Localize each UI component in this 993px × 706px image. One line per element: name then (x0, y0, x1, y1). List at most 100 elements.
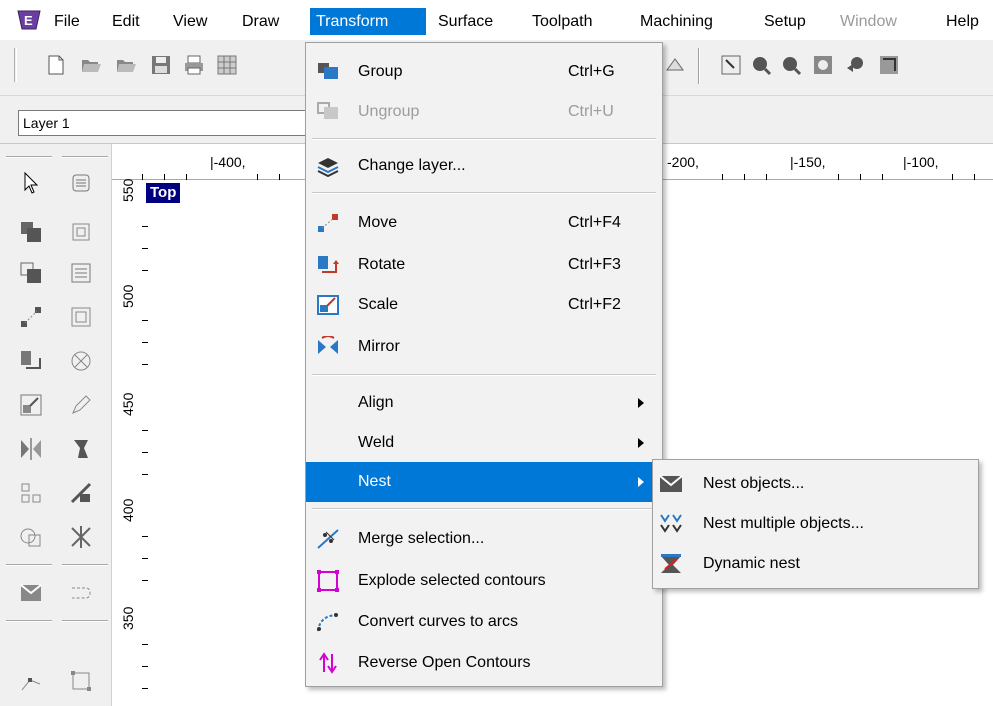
menu-shortcut: Ctrl+G (568, 63, 615, 80)
save-icon[interactable] (150, 54, 172, 76)
menu-shortcut: Ctrl+F3 (568, 256, 621, 273)
fit-grid-icon[interactable] (68, 219, 94, 245)
menu-machining[interactable]: Machining (634, 8, 719, 35)
scale-tool-icon[interactable] (18, 392, 44, 418)
view-triangle-icon[interactable] (664, 54, 686, 76)
ruler-tick (142, 248, 148, 249)
menu-item-scale[interactable]: Scale Ctrl+F2 (306, 285, 662, 325)
menu-draw[interactable]: Draw (236, 8, 285, 35)
menu-item-nest-multiple[interactable]: Nest multiple objects... (653, 505, 978, 543)
ruler-tick (860, 174, 861, 180)
menu-item-label: Rotate (358, 256, 406, 273)
menu-toolpath[interactable]: Toolpath (526, 8, 599, 35)
bounding-box-icon[interactable] (68, 668, 94, 694)
zoom-selection-icon[interactable] (878, 54, 900, 76)
app-logo-icon[interactable]: E (16, 9, 42, 31)
layer-select[interactable]: Layer 1 (18, 110, 308, 136)
menu-separator (312, 508, 656, 510)
group-tool-icon[interactable] (18, 219, 44, 245)
view-label: Top (146, 183, 181, 203)
merge-icon (317, 529, 339, 549)
menu-item-merge-selection[interactable]: Merge selection... (306, 519, 662, 559)
menu-item-rotate[interactable]: Rotate Ctrl+F3 (306, 245, 662, 285)
pencil-icon[interactable] (68, 392, 94, 418)
menu-item-group[interactable]: Group Ctrl+G (306, 52, 662, 92)
ruler-label: 450 (120, 392, 136, 416)
menu-item-label: Dynamic nest (703, 555, 800, 572)
menu-item-align[interactable]: Align (306, 383, 662, 423)
offset-icon[interactable] (68, 304, 94, 330)
vertical-ruler: 550 500 450 400 350 (112, 179, 148, 706)
menu-item-reverse-contours[interactable]: Reverse Open Contours (306, 643, 662, 683)
zoom-in-icon[interactable] (750, 54, 772, 76)
menu-item-mirror[interactable]: Mirror (306, 327, 662, 367)
menu-help[interactable]: Help (940, 8, 985, 35)
connect-paths-icon[interactable] (68, 580, 94, 606)
zoom-out-icon[interactable] (780, 54, 802, 76)
zoom-window-icon[interactable] (720, 54, 742, 76)
rotate-tool-icon[interactable] (18, 348, 44, 374)
menu-item-label: Nest objects... (703, 475, 805, 492)
menu-transform[interactable]: Transform (310, 8, 426, 35)
menu-item-move[interactable]: Move Ctrl+F4 (306, 203, 662, 243)
menu-item-label: Align (358, 394, 394, 411)
mirror-icon (318, 336, 338, 354)
ungroup-icon (317, 102, 338, 119)
menu-item-nest-objects[interactable]: Nest objects... (653, 465, 978, 503)
menu-view[interactable]: View (167, 8, 213, 35)
menu-item-convert-curves[interactable]: Convert curves to arcs (306, 602, 662, 642)
table-icon[interactable] (216, 54, 238, 76)
menu-item-explode[interactable]: Explode selected contours (306, 561, 662, 601)
ruler-tick (186, 174, 187, 180)
array-icon[interactable] (18, 480, 44, 506)
ruler-tick (952, 174, 953, 180)
trim-icon[interactable] (68, 436, 94, 462)
menu-item-label: Nest (358, 473, 391, 490)
select-list-icon[interactable] (68, 170, 94, 196)
menu-item-ungroup[interactable]: Ungroup Ctrl+U (306, 92, 662, 132)
print-icon[interactable] (183, 54, 205, 76)
menu-window[interactable]: Window (834, 8, 903, 35)
node-edit-icon[interactable] (18, 668, 44, 694)
curve-arc-icon (317, 613, 339, 632)
menu-item-change-layer[interactable]: Change layer... (306, 146, 662, 186)
zoom-previous-icon[interactable] (845, 54, 867, 76)
weld-circles-icon[interactable] (18, 524, 44, 550)
select-arrow-icon[interactable] (18, 170, 44, 196)
move-tool-icon[interactable] (18, 304, 44, 330)
menu-setup[interactable]: Setup (758, 8, 812, 35)
reverse-icon (319, 652, 337, 674)
menu-item-weld[interactable]: Weld (306, 423, 662, 463)
toolbar-grip[interactable] (14, 48, 17, 82)
menu-separator (312, 138, 656, 140)
palette-separator (6, 564, 52, 566)
submenu-arrow-icon (638, 477, 644, 487)
open-file-icon[interactable] (80, 54, 102, 76)
menu-item-dynamic-nest[interactable]: Dynamic nest (653, 545, 978, 583)
new-file-icon[interactable] (45, 54, 67, 76)
ungroup-tool-icon[interactable] (18, 260, 44, 286)
ruler-label: -200, (667, 154, 699, 170)
palette-separator (6, 156, 52, 158)
explode-tool-icon[interactable] (68, 524, 94, 550)
align-list-icon[interactable] (68, 260, 94, 286)
menu-item-nest[interactable]: Nest (306, 462, 662, 502)
fillet-icon[interactable] (68, 480, 94, 506)
circle-x-icon[interactable] (68, 348, 94, 374)
ruler-tick (142, 320, 148, 321)
mirror-tool-icon[interactable] (18, 436, 44, 462)
ruler-tick (766, 174, 767, 180)
nest-submenu: Nest objects... Nest multiple objects...… (652, 459, 979, 589)
scale-icon (317, 295, 339, 315)
submenu-arrow-icon (638, 438, 644, 448)
palette-separator (62, 620, 108, 622)
menu-surface[interactable]: Surface (432, 8, 499, 35)
explode-icon (317, 570, 339, 592)
open-folder-icon[interactable] (115, 54, 137, 76)
menu-file[interactable]: File (48, 8, 86, 35)
zoom-extents-icon[interactable] (812, 54, 834, 76)
menu-edit[interactable]: Edit (106, 8, 146, 35)
ruler-tick (142, 474, 148, 475)
ruler-tick (164, 174, 165, 180)
nest-tool-icon[interactable] (18, 580, 44, 606)
